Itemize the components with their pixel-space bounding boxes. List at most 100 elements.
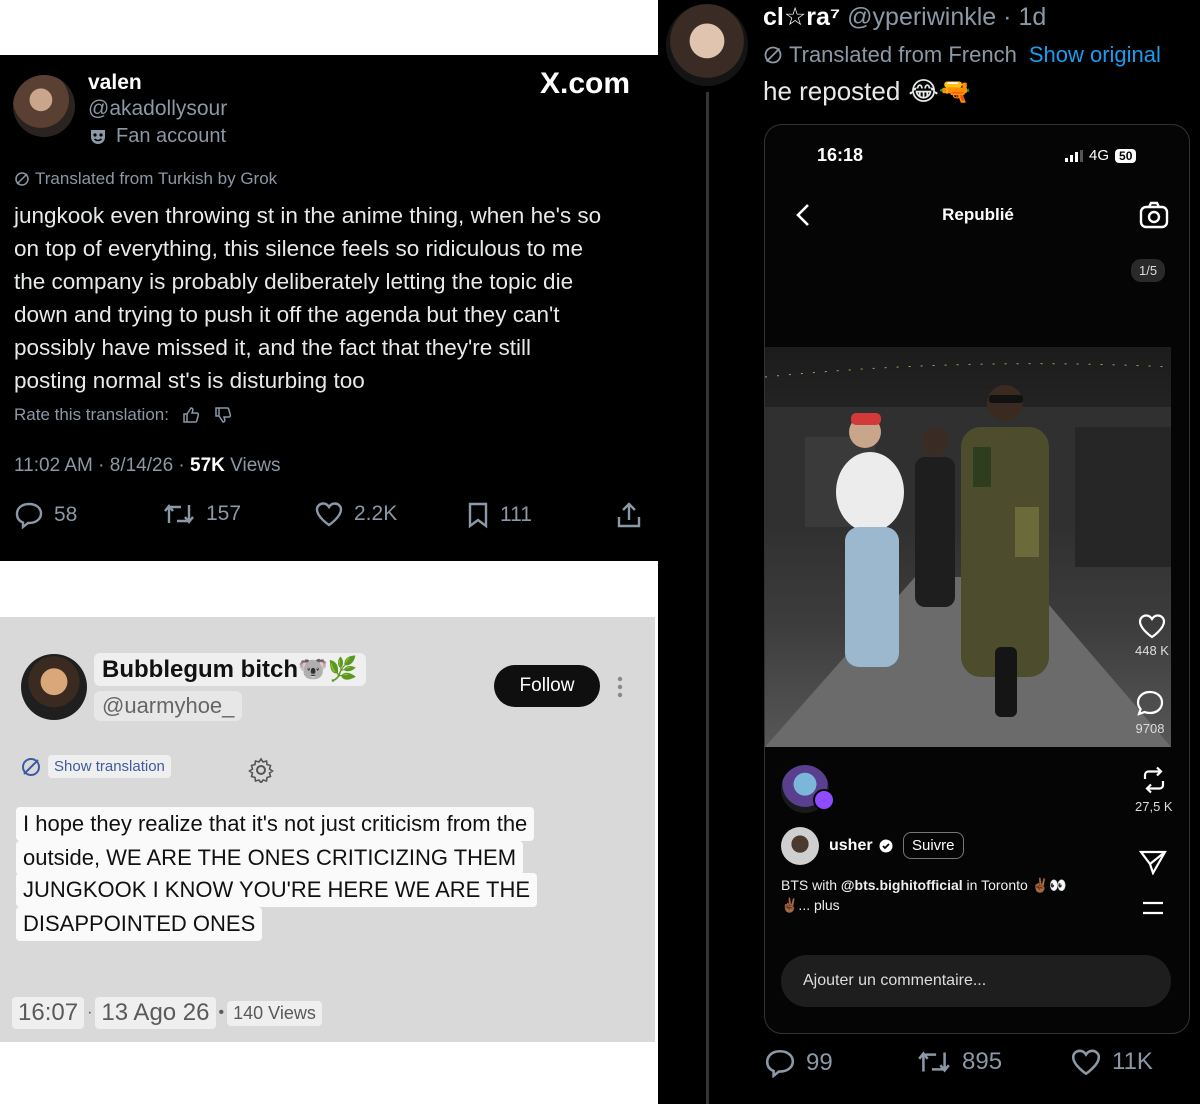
bookmark-button[interactable]: 111 <box>466 501 532 529</box>
status-indicators: 4G 50 <box>1065 147 1137 164</box>
translate-icon <box>22 757 40 776</box>
show-original-link[interactable]: Show original <box>1029 42 1161 68</box>
repost-icon <box>918 1051 950 1073</box>
tweet-meta: 16:07 · 13 Ago 26 • 140 Views <box>12 997 322 1029</box>
heart-icon <box>315 502 343 527</box>
translation-text: Translated from French <box>789 42 1017 67</box>
share-button[interactable] <box>616 501 642 529</box>
like-action[interactable]: 448 K <box>1135 613 1169 658</box>
tweet-meta: 11:02 AM · 8/14/26 · 57K Views <box>14 455 281 477</box>
display-name[interactable]: Bubblegum bitch🐨🌿 <box>94 653 366 686</box>
body-text: he reposted <box>763 76 901 106</box>
bookmark-icon <box>468 502 488 529</box>
reply-button[interactable]: 58 <box>14 501 77 529</box>
rate-translation: Rate this translation: <box>14 405 233 425</box>
like-button[interactable]: 2.2K <box>314 501 397 527</box>
reply-icon <box>765 1049 795 1078</box>
display-name[interactable]: cl☆ra⁷ <box>763 3 840 31</box>
reply-icon <box>15 502 43 529</box>
status-time: 16:18 <box>817 145 864 165</box>
body-line: the company is probably deliberately let… <box>14 269 574 294</box>
thumbs-up-icon[interactable] <box>181 405 201 425</box>
caption-more[interactable]: ✌🏾... plus <box>781 897 840 914</box>
follow-button[interactable]: Follow <box>494 665 600 707</box>
avatar[interactable] <box>21 654 87 720</box>
separator: • <box>218 1004 225 1021</box>
fan-account-label: Fan account <box>88 125 226 148</box>
photo-scene <box>765 363 1171 747</box>
follow-button[interactable]: Suivre <box>903 832 964 859</box>
body-line: DISAPPOINTED ONES <box>16 907 263 941</box>
comment-count: 9708 <box>1135 721 1165 736</box>
caption-mention[interactable]: @bts.bighitofficial <box>841 877 963 893</box>
repost-count: 895 <box>962 1048 1003 1075</box>
view-count: 140 Views <box>227 1000 322 1026</box>
post-photo[interactable] <box>765 347 1171 747</box>
heart-icon <box>1138 614 1166 639</box>
repost-button[interactable]: 895 <box>916 1048 1002 1076</box>
comment-icon <box>1136 690 1164 716</box>
translation-note: Translated from French Show original <box>763 42 1161 68</box>
avatar[interactable] <box>13 75 75 137</box>
caption-emoji: ✌🏾👀 <box>1031 877 1067 893</box>
repost-action[interactable]: 27,5 K <box>1135 765 1173 814</box>
more-icon[interactable] <box>1141 901 1165 915</box>
user-handle[interactable]: @uarmyhoe_ <box>94 691 243 721</box>
thread-line <box>706 92 709 1104</box>
body-line: I hope they realize that it's not just c… <box>16 807 535 841</box>
author-username[interactable]: usher <box>829 837 873 855</box>
caption-text: BTS with <box>781 877 841 893</box>
like-count: 11K <box>1112 1048 1153 1075</box>
comment-action[interactable]: 9708 <box>1135 689 1165 736</box>
more-options-icon[interactable] <box>616 675 624 699</box>
comment-input[interactable]: Ajouter un commentaire... <box>781 955 1171 1007</box>
signal-icon <box>1065 149 1083 162</box>
repost-count: 157 <box>206 502 242 525</box>
date[interactable]: 13 Ago 26 <box>95 997 216 1029</box>
timestamp[interactable]: 11:02 AM · 8/14/26 · <box>14 455 190 476</box>
like-button[interactable]: 11K <box>1070 1048 1153 1076</box>
battery-level: 50 <box>1115 148 1137 163</box>
repost-icon <box>164 504 194 524</box>
display-name[interactable]: valen <box>88 71 142 95</box>
gear-icon[interactable] <box>248 757 274 783</box>
user-handle[interactable]: @yperiwinkle <box>847 3 996 31</box>
tweet-body: he reposted 😂🔫 <box>763 76 971 107</box>
views-label: Views <box>224 455 281 476</box>
tweet-bubblegum: Bubblegum bitch🐨🌿 @uarmyhoe_ Follow Show… <box>0 617 655 1042</box>
view-count: 57K <box>190 455 225 476</box>
body-line: JUNGKOOK I KNOW YOU'RE HERE WE ARE THE <box>16 873 538 907</box>
repost-count: 27,5 K <box>1135 799 1173 814</box>
action-bar: 58 157 2.2K 111 <box>14 501 644 531</box>
reply-button[interactable]: 99 <box>764 1048 833 1078</box>
share-icon <box>617 502 641 528</box>
caption-text: in Toronto <box>962 877 1032 893</box>
heart-icon <box>1071 1049 1101 1076</box>
repost-badge-icon <box>813 789 835 811</box>
timestamp[interactable]: 16:07 <box>12 997 85 1029</box>
bookmark-count: 111 <box>500 503 532 526</box>
brand-watermark: X.com <box>540 67 631 100</box>
separator: · <box>87 1004 93 1021</box>
camera-icon[interactable] <box>1139 201 1169 229</box>
user-handle[interactable]: @akadollysour <box>88 97 227 121</box>
author-avatar[interactable] <box>781 827 819 865</box>
body-line: outside, WE ARE THE ONES CRITICIZING THE… <box>16 841 524 875</box>
repost-button[interactable]: 157 <box>162 501 241 527</box>
tweet-body: jungkook even throwing st in the anime t… <box>14 199 650 397</box>
repost-icon <box>1143 766 1164 794</box>
body-line: possibly have missed it, and the fact th… <box>14 335 532 360</box>
avatar[interactable] <box>666 4 748 86</box>
reply-count: 58 <box>54 503 78 526</box>
fan-account-text: Fan account <box>116 125 227 147</box>
thumbs-down-icon[interactable] <box>213 405 233 425</box>
show-translation-link[interactable]: Show translation <box>20 755 171 778</box>
translate-icon <box>764 46 782 64</box>
mask-icon <box>91 129 105 144</box>
body-line: on top of everything, this silence feels… <box>14 236 584 261</box>
embedded-screenshot: 16:18 4G 50 Republié 1/5 448 K 9708 27,5… <box>764 124 1190 1034</box>
author-name[interactable]: usher <box>829 837 893 855</box>
action-bar: 99 895 11K <box>764 1048 1174 1084</box>
send-icon[interactable] <box>1139 849 1167 875</box>
show-translation-text[interactable]: Show translation <box>48 755 171 778</box>
